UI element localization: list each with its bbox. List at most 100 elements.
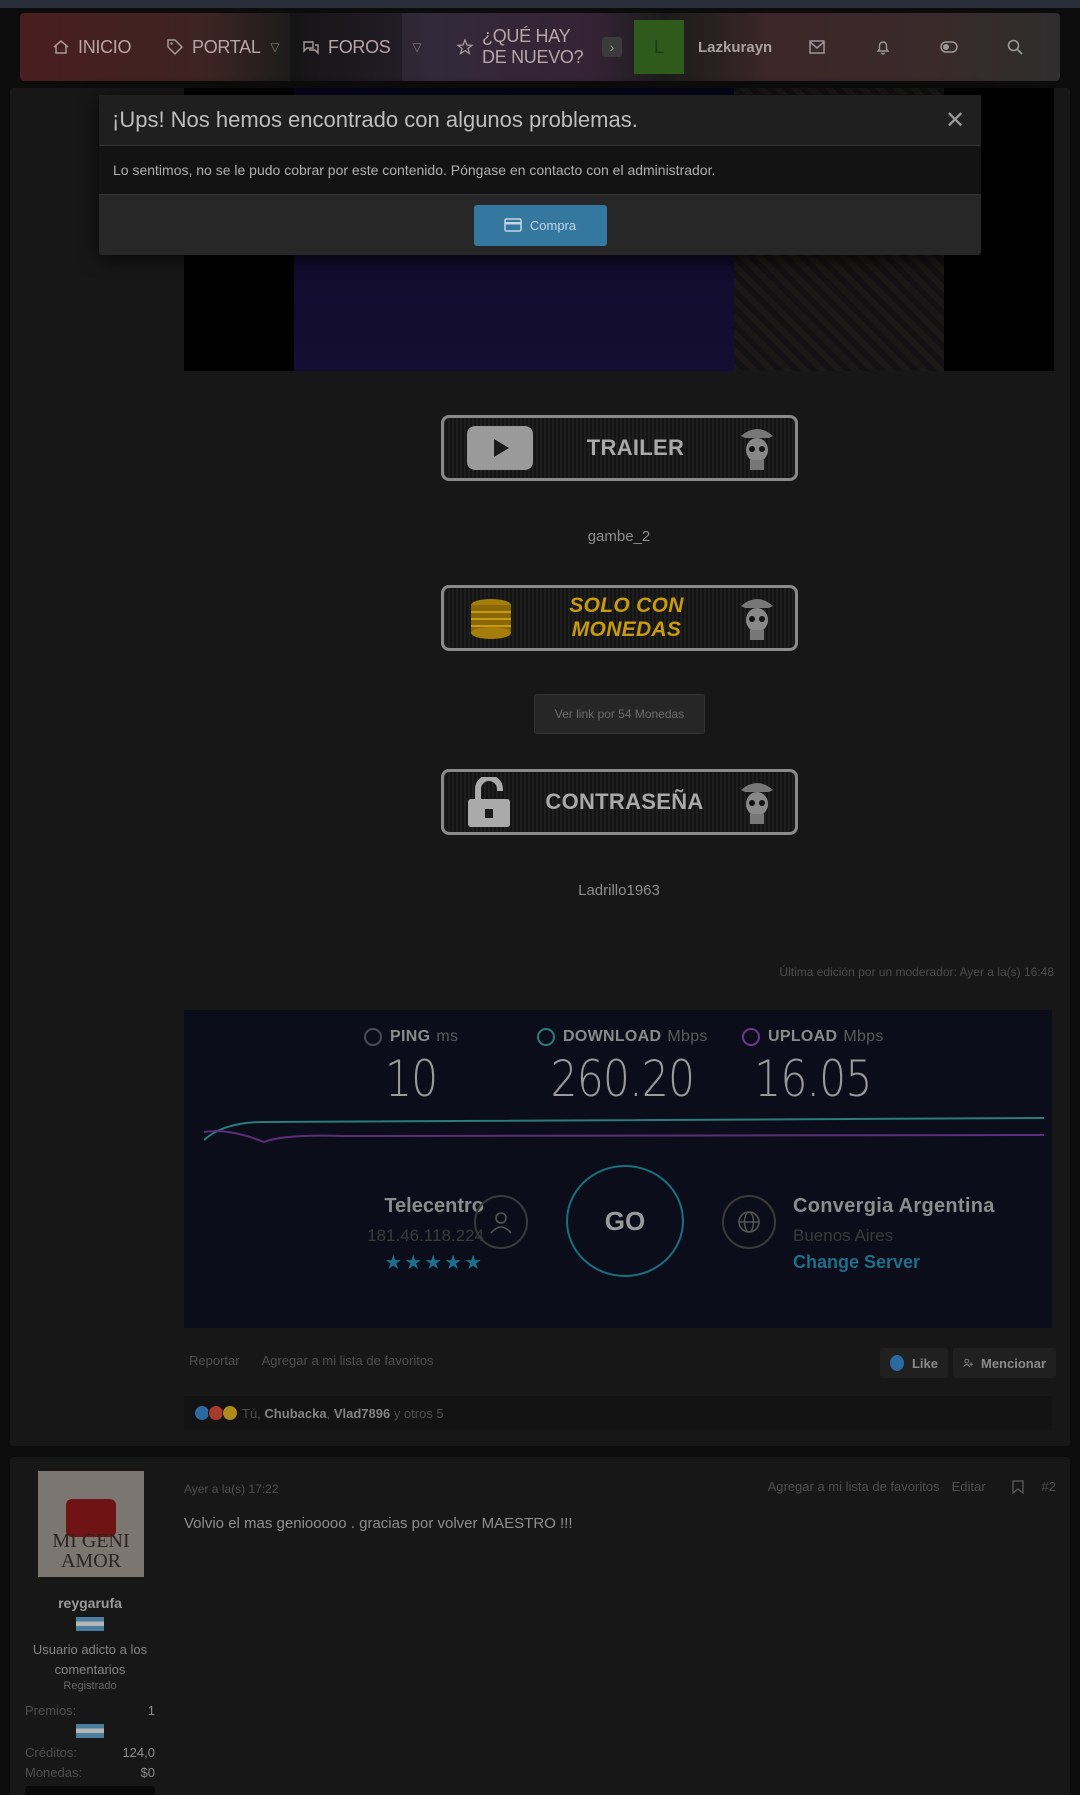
upload-label: UPLOAD xyxy=(768,1028,838,1045)
isp-info: Telecentro 181.46.118.224 ★★★★★ xyxy=(304,1195,484,1275)
envelope-icon xyxy=(809,40,825,54)
post-2-number[interactable]: #2 xyxy=(1042,1479,1056,1494)
password-label: CONTRASEÑA xyxy=(545,789,704,814)
post-2-avatar[interactable]: MI GENI AMOR xyxy=(38,1471,144,1577)
stat-monedas: Monedas: $0 xyxy=(25,1765,155,1780)
reactions-prefix: Tú, xyxy=(242,1405,261,1421)
isp-name: Telecentro xyxy=(384,1195,484,1217)
portal-dropdown-toggle[interactable]: ▽ xyxy=(260,13,290,81)
forums-dropdown-toggle[interactable]: ▽ xyxy=(402,13,432,81)
server-name: Convergia Argentina xyxy=(793,1195,995,1217)
nav-home-label: INICIO xyxy=(78,36,132,57)
ping-value: 10 xyxy=(384,1050,438,1108)
change-server-link: Change Server xyxy=(793,1252,921,1272)
modal-title: ¡Ups! Nos hemos encontrado con algunos p… xyxy=(112,107,638,132)
coins-banner: SOLO CON MONEDAS xyxy=(441,585,798,651)
upload-value: 16.05 xyxy=(754,1050,872,1108)
user-plus-icon xyxy=(963,1358,973,1368)
reactions-separator: , xyxy=(326,1405,331,1421)
pirate-skull-icon xyxy=(741,599,773,640)
download-label: DOWNLOAD xyxy=(563,1028,662,1045)
top-strip xyxy=(0,0,1080,8)
bookmark-link[interactable]: Agregar a mi lista de favoritos xyxy=(262,1353,434,1368)
view-link-button[interactable]: Ver link por 54 Monedas xyxy=(534,694,705,734)
ping-unit: ms xyxy=(436,1028,459,1045)
nav-portal[interactable]: PORTAL xyxy=(162,13,261,81)
reaction-icons[interactable] xyxy=(194,1405,238,1421)
stat-creditos: Créditos: 124,0 xyxy=(25,1745,155,1760)
stat-label: Premios: xyxy=(25,1703,77,1718)
speed-graph xyxy=(204,1117,1044,1144)
caret-down-icon: ▽ xyxy=(270,40,280,54)
reactions-suffix[interactable]: y otros 5 xyxy=(394,1406,444,1421)
nav-home[interactable]: INICIO xyxy=(20,13,162,81)
coins-icon xyxy=(471,599,511,639)
modal-header: ¡Ups! Nos hemos encontrado con algunos p… xyxy=(99,95,981,145)
nav-portal-label: PORTAL xyxy=(192,36,261,57)
style-toggle-button[interactable] xyxy=(916,13,982,81)
unlock-icon xyxy=(468,777,510,827)
post-2-edit-link[interactable]: Editar xyxy=(952,1479,986,1494)
alerts-button[interactable] xyxy=(850,13,916,81)
bookmark-icon[interactable] xyxy=(1011,1479,1024,1494)
report-link[interactable]: Reportar xyxy=(189,1353,240,1368)
post-2-actions: Agregar a mi lista de favoritos Editar #… xyxy=(768,1479,1056,1494)
nav-forums[interactable]: FOROS xyxy=(290,13,402,81)
download-value: 260.20 xyxy=(550,1050,695,1108)
ping-icon xyxy=(364,1028,382,1046)
main-nav: INICIO PORTAL ▽ FOROS ▽ ¿QUÉ HAY DE NUEV… xyxy=(20,13,1060,81)
purchase-label: Compra xyxy=(529,217,577,233)
mention-button[interactable]: Mencionar xyxy=(953,1348,1056,1378)
download-metric: DOWNLOAD Mbps 260.20 xyxy=(537,1028,708,1108)
ping-metric: PING ms 10 xyxy=(364,1028,458,1108)
post-2-user-role: Registrado xyxy=(63,1680,117,1692)
download-icon xyxy=(537,1028,555,1046)
post-2-date[interactable]: Ayer a la(s) 17:22 xyxy=(184,1482,279,1496)
user-badge xyxy=(25,1786,155,1795)
mention-label: Mencionar xyxy=(980,1355,1046,1371)
bell-icon xyxy=(876,41,890,55)
like-label: Like xyxy=(911,1355,938,1371)
ping-label: PING xyxy=(390,1028,431,1045)
user-icon xyxy=(474,1195,528,1249)
modal-footer: Compra xyxy=(99,195,981,255)
post-2-username[interactable]: reygarufa xyxy=(20,1595,160,1611)
argentina-flag-icon xyxy=(76,1724,104,1738)
post-2-bookmark-link[interactable]: Agregar a mi lista de favoritos xyxy=(768,1479,940,1494)
thumbs-up-icon xyxy=(890,1355,904,1371)
stat-label: Monedas: xyxy=(25,1765,83,1780)
pirate-skull-icon xyxy=(741,783,773,824)
nav-scroll-right[interactable]: › xyxy=(602,37,622,57)
go-button: GO xyxy=(566,1165,684,1277)
play-icon xyxy=(467,426,533,470)
download-unit: Mbps xyxy=(667,1028,708,1045)
nav-whats-new-label: ¿QUÉ HAY DE NUEVO? xyxy=(482,26,584,67)
reaction-user-2[interactable]: Vlad7896 xyxy=(334,1406,390,1421)
search-icon xyxy=(1007,39,1023,55)
post-2-user-title: Usuario adicto a los comentarios xyxy=(32,1642,148,1677)
stat-premios: Premios: 1 xyxy=(25,1703,155,1718)
upload-icon xyxy=(742,1028,760,1046)
stat-value: 124,0 xyxy=(122,1745,155,1760)
isp-rating-stars: ★★★★★ xyxy=(384,1252,484,1274)
toggle-icon xyxy=(940,41,958,53)
like-button[interactable]: Like xyxy=(880,1348,948,1378)
post-2-container xyxy=(10,1457,1070,1795)
post-2-body: Volvio el mas geniooooo . gracias por vo… xyxy=(184,1515,573,1532)
user-avatar[interactable]: L xyxy=(634,20,684,74)
star-icon xyxy=(456,38,474,56)
modal-message: Lo sentimos, no se le pudo cobrar por es… xyxy=(99,145,981,195)
purchase-button[interactable]: Compra xyxy=(473,204,607,246)
inbox-button[interactable] xyxy=(784,13,850,81)
nav-username[interactable]: Lazkurayn xyxy=(684,39,784,56)
reactions-bar: Tú, Chubacka, Vlad7896 y otros 5 xyxy=(184,1396,1052,1430)
reaction-user-1[interactable]: Chubacka xyxy=(264,1406,326,1421)
close-icon[interactable]: ✕ xyxy=(943,107,967,134)
home-icon xyxy=(52,38,70,56)
search-button[interactable] xyxy=(982,13,1048,81)
password-banner: CONTRASEÑA xyxy=(441,769,798,835)
stat-value: $0 xyxy=(140,1765,155,1780)
nav-whats-new[interactable]: ¿QUÉ HAY DE NUEVO? xyxy=(432,13,602,81)
speedtest-result-image: PING ms 10 DOWNLOAD Mbps 260.20 UPLOAD Mbps… xyxy=(184,1010,1052,1328)
avatar-text: MI GENI AMOR xyxy=(52,1530,130,1572)
